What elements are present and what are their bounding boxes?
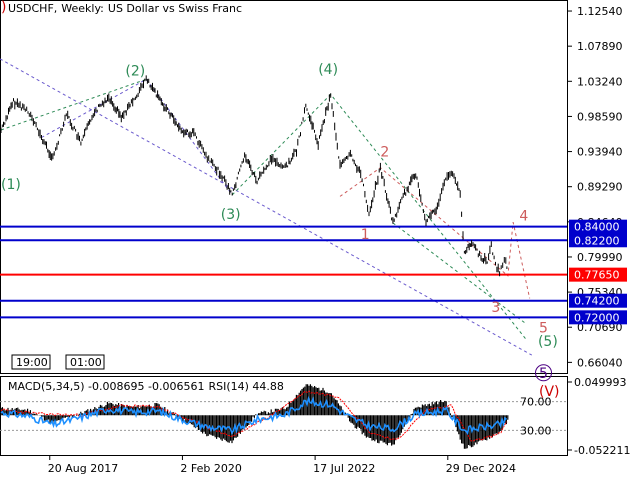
trend-line [231, 93, 527, 341]
price-level-label: 0.77650 [574, 269, 620, 282]
wave-label: ) [1, 0, 6, 15]
description-label: US Dollar vs Swiss Franc [107, 2, 243, 15]
chart-window: 1.12540 1.07890 1.03240 0.98590 0.93940 0.892… [0, 0, 640, 480]
price-level-label: 0.82200 [574, 234, 620, 247]
wave-label: 5 [539, 320, 548, 336]
price-level-label: 0.72000 [574, 311, 620, 324]
rsi-level-label: 70.00 [520, 396, 552, 409]
wave-label: 2 [380, 144, 389, 160]
time-tick-label: 29 Dec 2024 [446, 462, 516, 475]
time-tick-label: 20 Aug 2017 [48, 462, 118, 475]
price-tick-label: 0.98590 [577, 110, 623, 123]
macd-label: MACD(5,34,5) -0.008695 -0.006561 [8, 380, 205, 393]
wave-label: (2) [125, 64, 145, 80]
rsi-level-label: 30.00 [520, 424, 552, 437]
price-tick-label: 1.07890 [577, 40, 623, 53]
price-tick-label: 1.12540 [577, 5, 623, 18]
price-tick-label: 0.93940 [577, 146, 623, 159]
price-tick-label: 1.03240 [577, 75, 623, 88]
trend-line [0, 58, 533, 356]
time-tick-label: 17 Jul 2022 [313, 462, 375, 475]
symbol-label: USDCHF, [8, 2, 58, 15]
time-tick-label: 2 Feb 2020 [180, 462, 241, 475]
price-tick-label: 0.79990 [577, 251, 623, 264]
wave-label: 3 [491, 300, 500, 316]
rsi-label: RSI(14) 44.88 [208, 380, 284, 393]
wave-label: 4 [519, 209, 528, 225]
price-level-label: 0.84000 [574, 221, 620, 234]
macd-histogram [0, 384, 509, 449]
wave-label: (4) [318, 62, 338, 78]
time-box-label: 01:00 [70, 356, 102, 369]
wave-label: 1 [361, 227, 370, 243]
time-box-label: 19:00 [16, 356, 48, 369]
wave-label: 5 [539, 366, 548, 382]
chart-title: USDCHF, Weekly: US Dollar vs Swiss Franc [8, 2, 246, 15]
price-tick-label: 0.89290 [577, 181, 623, 194]
macd-tick-label: -0.052211 [574, 444, 630, 457]
macd-tick-label: 0.049993 [574, 376, 627, 389]
wave-label: (3) [221, 207, 241, 223]
price-tick-label: 0.66040 [577, 356, 623, 369]
indicator-title: MACD(5,34,5) -0.008695 -0.006561 RSI(14) … [8, 380, 288, 393]
timeframe-label: Weekly: [61, 2, 104, 15]
chart-canvas: 1.12540 1.07890 1.03240 0.98590 0.93940 0.892… [0, 0, 630, 475]
wave-label: (1) [1, 177, 21, 193]
price-level-label: 0.74200 [574, 295, 620, 308]
price-bars [0, 75, 508, 277]
